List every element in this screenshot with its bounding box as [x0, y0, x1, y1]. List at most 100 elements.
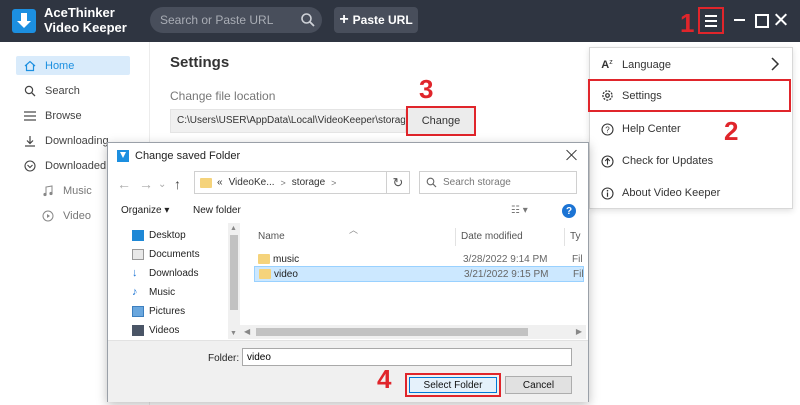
paste-url-label: Paste URL	[352, 13, 413, 27]
hamburger-icon	[705, 15, 717, 17]
menu-item-language[interactable]: Az Language	[590, 49, 792, 81]
file-list-header: Name Date modified Ty	[250, 228, 584, 246]
dialog-close-button[interactable]	[565, 148, 579, 162]
scroll-up-icon[interactable]: ▲	[230, 225, 237, 232]
file-row-video[interactable]: video 3/21/2022 9:15 PM Fil	[254, 266, 584, 282]
help-icon[interactable]: ?	[562, 204, 576, 218]
step-1-marker: 1	[680, 8, 695, 38]
main-menu-dropdown: Az Language Settings ? Help Center Check…	[588, 47, 793, 209]
plus-icon: +	[339, 11, 349, 28]
new-folder-button[interactable]: New folder	[193, 205, 241, 216]
app-logo-icon	[117, 150, 129, 162]
page-title: Settings	[170, 54, 230, 71]
search-icon	[20, 85, 40, 97]
select-folder-button[interactable]: Select Folder	[405, 373, 501, 397]
change-location-button[interactable]: Change	[406, 106, 476, 136]
tree-item-music[interactable]: ♪ Music	[132, 284, 175, 301]
tree-item-desktop[interactable]: Desktop	[132, 227, 186, 244]
close-button[interactable]	[771, 10, 791, 30]
scroll-right-icon[interactable]: ▶	[576, 327, 582, 336]
step-3-marker: 3	[419, 74, 434, 104]
organize-label: Organize	[121, 205, 162, 216]
dialog-footer: Folder: Select Folder Cancel	[108, 340, 588, 402]
menu-item-help-center[interactable]: ? Help Center	[590, 113, 792, 145]
tree-item-documents[interactable]: Documents	[132, 246, 200, 263]
pictures-icon	[132, 306, 144, 317]
menu-item-label: Check for Updates	[622, 155, 714, 167]
scroll-left-icon[interactable]: ◀	[244, 327, 250, 336]
sidebar-item-label: Search	[45, 84, 80, 97]
language-icon: Az	[601, 59, 613, 71]
help-icon: ?	[599, 122, 615, 136]
folder-icon	[200, 177, 212, 188]
search-storage-input[interactable]	[443, 177, 563, 188]
scrollbar-thumb[interactable]	[230, 235, 238, 310]
search-storage-box[interactable]	[419, 171, 577, 194]
tree-item-label: Videos	[149, 325, 180, 336]
sidebar-item-label: Downloading	[45, 134, 109, 147]
chevron-down-icon[interactable]: ⌄	[158, 179, 166, 190]
scroll-down-icon[interactable]: ▼	[230, 330, 237, 337]
column-date-modified[interactable]: Date modified	[461, 231, 523, 242]
up-arrow-icon[interactable]: ↑	[174, 176, 181, 192]
folder-icon	[259, 269, 271, 279]
file-row-music[interactable]: music 3/28/2022 9:14 PM Fil	[254, 251, 584, 267]
menu-item-label: Settings	[622, 89, 662, 102]
documents-icon	[132, 249, 144, 260]
tree-item-downloads[interactable]: ↓ Downloads	[132, 265, 198, 282]
forward-arrow-icon[interactable]: →	[139, 176, 153, 192]
cancel-button[interactable]: Cancel	[505, 376, 572, 394]
download-icon	[20, 135, 40, 147]
url-search-input[interactable]	[160, 11, 290, 29]
tree-item-videos[interactable]: Videos	[132, 322, 179, 339]
maximize-button[interactable]	[751, 10, 771, 30]
tree-item-label: Pictures	[149, 306, 186, 317]
sidebar-item-label: Browse	[45, 109, 82, 122]
menu-item-settings[interactable]: Settings	[588, 79, 791, 112]
svg-text:?: ?	[605, 125, 610, 134]
dialog-toolbar: Organize ▾ New folder ☷ ▾ ?	[108, 201, 588, 223]
tree-item-label: Documents	[149, 249, 200, 260]
chevron-right-icon	[771, 57, 780, 71]
column-name[interactable]: Name	[258, 231, 285, 242]
sidebar-item-label: Music	[63, 184, 92, 197]
file-name: video	[274, 268, 298, 280]
minimize-button[interactable]	[730, 10, 750, 30]
paste-url-button[interactable]: + Paste URL	[334, 7, 418, 33]
breadcrumb-storage[interactable]: storage	[292, 177, 325, 188]
tree-item-pictures[interactable]: Pictures	[132, 303, 185, 320]
sidebar-item-home[interactable]: Home	[16, 56, 130, 75]
menu-item-check-updates[interactable]: Check for Updates	[590, 145, 792, 177]
menu-item-label: About Video Keeper	[622, 187, 721, 199]
tree-scrollbar[interactable]: ▲ ▼	[228, 223, 240, 339]
address-bar[interactable]: « VideoKe... > storage >	[194, 171, 410, 194]
scrollbar-thumb[interactable]	[256, 328, 528, 336]
organize-button[interactable]: Organize ▾	[121, 205, 169, 216]
step-4-marker: 4	[377, 364, 392, 394]
sidebar-item-label: Home	[45, 59, 75, 72]
sidebar-item-browse[interactable]: Browse	[16, 106, 130, 125]
refresh-button[interactable]: ↻	[386, 171, 410, 194]
gear-icon	[599, 89, 615, 102]
browse-icon	[20, 110, 40, 121]
search-icon[interactable]	[300, 12, 316, 28]
menu-item-about[interactable]: About Video Keeper	[590, 177, 792, 209]
column-type[interactable]: Ty	[570, 231, 581, 242]
file-list-scrollbar[interactable]: ◀ ▶	[240, 325, 586, 339]
back-arrow-icon[interactable]: ←	[117, 176, 131, 192]
downloaded-icon	[20, 159, 40, 172]
sidebar-item-label: Video	[63, 209, 91, 222]
search-icon	[426, 177, 437, 188]
url-search-box[interactable]	[150, 7, 322, 33]
menu-item-label: Language	[622, 59, 671, 71]
desktop-icon	[132, 230, 144, 241]
downloads-icon: ↓	[132, 267, 138, 279]
breadcrumb-overflow[interactable]: «	[217, 177, 223, 188]
breadcrumb-videokeeper[interactable]: VideoKe...	[229, 177, 275, 188]
sidebar-item-search[interactable]: Search	[16, 81, 130, 100]
tree-item-label: Music	[149, 287, 176, 298]
view-options-icon[interactable]: ☷ ▾	[511, 205, 528, 216]
chevron-right-icon: >	[280, 177, 286, 188]
folder-input[interactable]	[242, 348, 572, 366]
menu-button[interactable]	[698, 7, 724, 34]
